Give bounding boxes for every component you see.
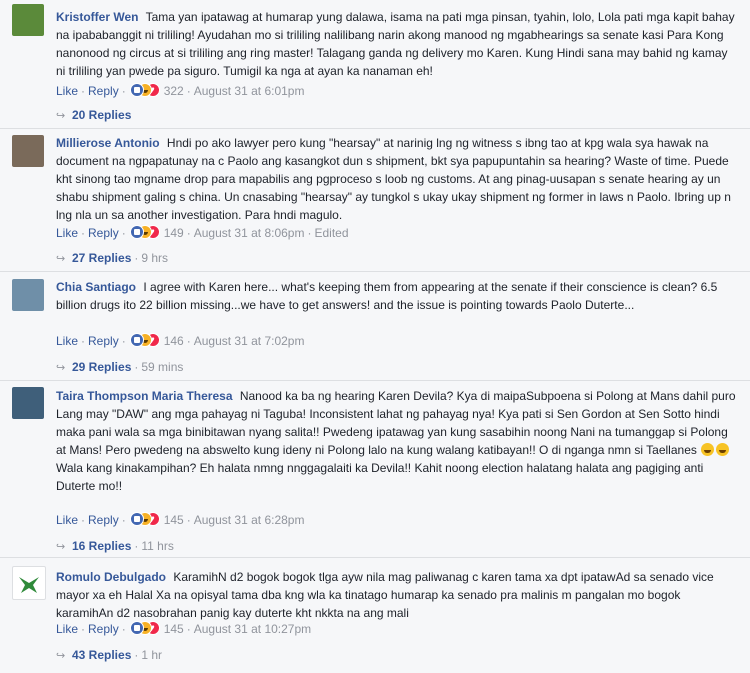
replies-row[interactable]: ↪ 20 Replies — [56, 106, 131, 124]
view-replies-link[interactable]: 43 Replies — [72, 648, 131, 662]
reply-link[interactable]: Reply — [88, 513, 119, 527]
like-link[interactable]: Like — [56, 226, 78, 240]
reactions-icon[interactable] — [129, 511, 160, 529]
like-link[interactable]: Like — [56, 334, 78, 348]
laughing-emoji-icon — [701, 443, 715, 456]
like-link[interactable]: Like — [56, 84, 78, 98]
reactions-icon[interactable] — [129, 332, 160, 350]
reply-time: 59 mins — [141, 360, 184, 374]
comment-body: Romulo Debulgado KaramihN d2 bogok bogok… — [56, 568, 740, 622]
comment-timestamp[interactable]: August 31 at 6:28pm — [194, 513, 305, 527]
reaction-count[interactable]: 145 — [164, 513, 184, 527]
avatar[interactable] — [12, 135, 44, 167]
comment-text-continued: Wala kang kinakampihan? Eh halata nmng n… — [56, 461, 704, 493]
comment-actions: Like·Reply·322·August 31 at 6:01pm — [56, 82, 304, 100]
reply-time: 9 hrs — [141, 251, 169, 265]
comment-feed: Kristoffer Wen Tama yan ipatawag at huma… — [0, 0, 750, 673]
comment-author[interactable]: Kristoffer Wen — [56, 10, 138, 24]
comment-timestamp[interactable]: August 31 at 6:01pm — [194, 84, 305, 98]
comment-text: Tama yan ipatawag at humarap yung dalawa… — [56, 10, 735, 78]
reply-link[interactable]: Reply — [88, 334, 119, 348]
like-link[interactable]: Like — [56, 622, 78, 636]
comment-timestamp[interactable]: August 31 at 10:27pm — [194, 622, 311, 636]
avatar[interactable] — [12, 279, 44, 311]
comment-timestamp[interactable]: August 31 at 7:02pm — [194, 334, 305, 348]
reaction-count[interactable]: 322 — [164, 84, 184, 98]
reply-arrow-icon: ↪ — [56, 362, 66, 374]
view-replies-link[interactable]: 16 Replies — [72, 539, 131, 553]
avatar[interactable] — [12, 387, 44, 419]
reactions-icon[interactable] — [129, 620, 160, 638]
reply-arrow-icon: ↪ — [56, 541, 66, 553]
comment: Chia Santiago I agree with Karen here...… — [0, 272, 750, 380]
comment-author[interactable]: Romulo Debulgado — [56, 570, 166, 584]
comment-actions: Like·Reply·145·August 31 at 6:28pm — [56, 511, 304, 529]
replies-row[interactable]: ↪ 16 Replies · 11 hrs — [56, 537, 174, 555]
reply-link[interactable]: Reply — [88, 226, 119, 240]
replies-row[interactable]: ↪ 27 Replies · 9 hrs — [56, 249, 168, 267]
reply-link[interactable]: Reply — [88, 84, 119, 98]
view-replies-link[interactable]: 27 Replies — [72, 251, 131, 265]
comment-body: Millierose Antonio Hndi po ako lawyer pe… — [56, 134, 740, 224]
laughing-emoji-icon — [716, 443, 730, 456]
reply-time: 1 hr — [141, 648, 163, 662]
reaction-count[interactable]: 146 — [164, 334, 184, 348]
reaction-count[interactable]: 149 — [164, 226, 184, 240]
reply-arrow-icon: ↪ — [56, 253, 66, 265]
comment-text: I agree with Karen here... what's keepin… — [56, 280, 718, 312]
reactions-icon[interactable] — [129, 82, 160, 100]
comment-body: Kristoffer Wen Tama yan ipatawag at huma… — [56, 8, 740, 80]
comment: Kristoffer Wen Tama yan ipatawag at huma… — [0, 0, 750, 128]
reply-arrow-icon: ↪ — [56, 650, 66, 662]
like-link[interactable]: Like — [56, 513, 78, 527]
comment-timestamp[interactable]: August 31 at 8:06pm — [194, 226, 305, 240]
reactions-icon[interactable] — [129, 224, 160, 242]
reply-arrow-icon: ↪ — [56, 110, 66, 122]
reaction-count[interactable]: 145 — [164, 622, 184, 636]
comment: Millierose Antonio Hndi po ako lawyer pe… — [0, 129, 750, 271]
eagle-logo-icon — [19, 577, 39, 593]
avatar[interactable] — [12, 566, 46, 600]
comment-body: Chia Santiago I agree with Karen here...… — [56, 278, 740, 314]
comment-author[interactable]: Taira Thompson Maria Theresa — [56, 389, 233, 403]
comment-author[interactable]: Chia Santiago — [56, 280, 136, 294]
comment-actions: Like·Reply·145·August 31 at 10:27pm — [56, 620, 311, 638]
view-replies-link[interactable]: 29 Replies — [72, 360, 131, 374]
reply-link[interactable]: Reply — [88, 622, 119, 636]
view-replies-link[interactable]: 20 Replies — [72, 108, 131, 122]
comment-body: Taira Thompson Maria Theresa Nanood ka b… — [56, 387, 740, 495]
comment-actions: Like·Reply·146·August 31 at 7:02pm — [56, 332, 304, 350]
comment-actions: Like·Reply·149·August 31 at 8:06pm·Edite… — [56, 224, 349, 242]
replies-row[interactable]: ↪ 43 Replies · 1 hr — [56, 646, 162, 664]
avatar[interactable] — [12, 4, 44, 36]
reply-time: 11 hrs — [141, 539, 174, 553]
comment-author[interactable]: Millierose Antonio — [56, 136, 160, 150]
edited-label[interactable]: Edited — [314, 226, 348, 240]
replies-row[interactable]: ↪ 29 Replies · 59 mins — [56, 358, 183, 376]
comment: Taira Thompson Maria Theresa Nanood ka b… — [0, 381, 750, 557]
comment: Romulo Debulgado KaramihN d2 bogok bogok… — [0, 558, 750, 673]
